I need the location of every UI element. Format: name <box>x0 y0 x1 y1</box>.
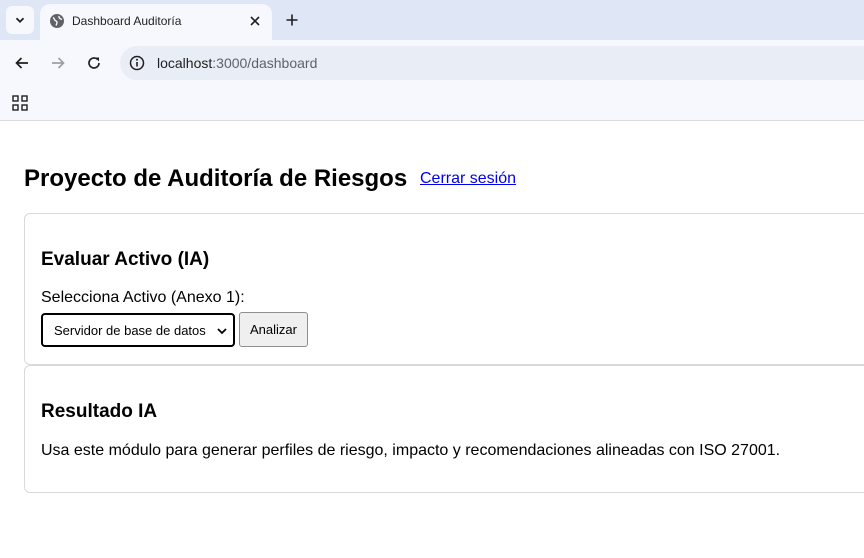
page-title: Proyecto de Auditoría de Riesgos <box>24 165 408 192</box>
url-path: :3000/dashboard <box>212 55 318 71</box>
result-card: Resultado IA Usa este módulo para genera… <box>24 365 864 493</box>
globe-icon <box>50 14 64 28</box>
address-bar[interactable]: localhost:3000/dashboard <box>120 46 864 80</box>
result-heading: Resultado IA <box>41 401 158 422</box>
result-message: Usa este módulo para generar perfiles de… <box>41 442 781 459</box>
browser-toolbar: localhost:3000/dashboard <box>0 40 864 86</box>
url-text: localhost:3000/dashboard <box>157 55 317 71</box>
back-button[interactable] <box>8 49 36 77</box>
chevron-down-icon <box>15 17 25 23</box>
reload-icon <box>88 57 100 69</box>
browser-tab[interactable]: Dashboard Auditoría <box>40 4 272 40</box>
asset-select-value: Servidor de base de datos <box>54 323 206 338</box>
bookmarks-bar <box>0 86 864 121</box>
info-icon <box>129 55 145 71</box>
tab-close-button[interactable] <box>246 12 264 30</box>
analyze-button[interactable]: Analizar <box>239 312 308 347</box>
tab-strip: Dashboard Auditoría <box>0 0 864 40</box>
arrow-right-icon <box>52 57 65 69</box>
new-tab-button[interactable] <box>280 8 304 32</box>
close-icon <box>250 16 260 26</box>
arrow-left-icon <box>15 57 28 69</box>
evaluate-asset-card: Evaluar Activo (IA) Selecciona Activo (A… <box>24 213 864 365</box>
reload-button[interactable] <box>80 49 108 77</box>
page-content: Proyecto de Auditoría de Riesgos Cerrar … <box>0 121 864 558</box>
apps-button[interactable] <box>10 93 30 113</box>
site-info-button[interactable] <box>128 54 146 72</box>
chevron-down-icon <box>217 328 227 335</box>
tab-search-button[interactable] <box>6 6 34 34</box>
tab-title: Dashboard Auditoría <box>72 14 182 28</box>
evaluate-heading: Evaluar Activo (IA) <box>41 249 210 270</box>
forward-button[interactable] <box>44 49 72 77</box>
grid-icon <box>12 95 28 111</box>
plus-icon <box>286 14 298 26</box>
logout-link[interactable]: Cerrar sesión <box>420 169 516 189</box>
asset-select[interactable]: Servidor de base de datos <box>41 313 235 347</box>
asset-select-label: Selecciona Activo (Anexo 1): <box>41 289 245 306</box>
url-host: localhost <box>157 55 213 71</box>
